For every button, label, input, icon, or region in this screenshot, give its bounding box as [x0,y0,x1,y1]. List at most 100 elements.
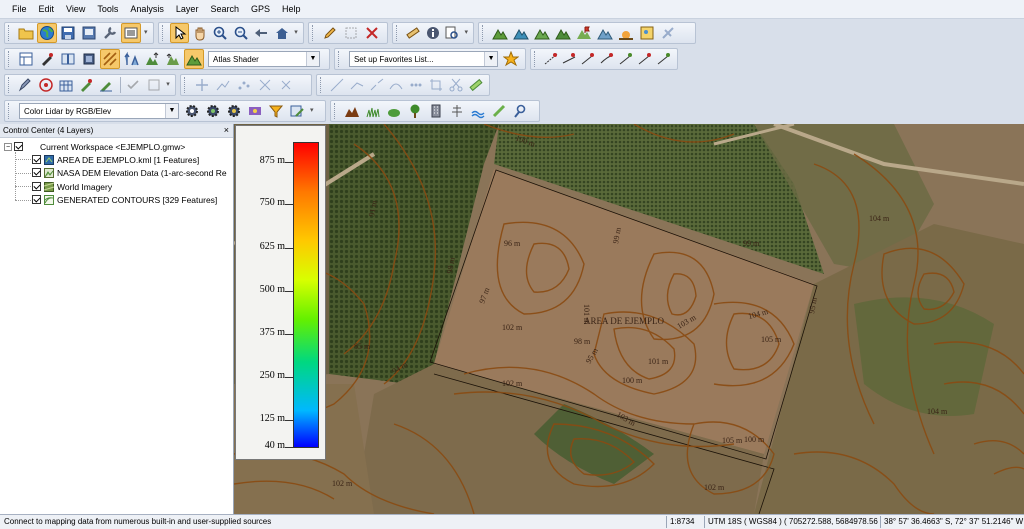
power-line-icon[interactable] [447,101,467,121]
measure-icon[interactable] [404,23,423,43]
contour-height-icon[interactable] [142,49,162,69]
vertical-exaggeration-icon[interactable] [121,49,141,69]
layer-row[interactable]: AREA DE EJEMPLO.kml [1 Features] [32,153,199,166]
watershed-icon[interactable] [595,23,615,43]
area-tool-icon[interactable] [617,49,635,69]
lidar-brush-icon[interactable] [97,75,116,95]
view-shed-icon[interactable] [511,23,531,43]
area-edit-icon[interactable] [636,49,654,69]
point-tool-icon[interactable] [655,49,673,69]
menu-edit[interactable]: Edit [33,0,61,18]
workspace-row[interactable]: − Current Workspace <EJEMPLO.gmw> [4,140,185,153]
shrub-icon[interactable] [384,101,404,121]
toolbar-grip[interactable] [482,25,487,41]
lidar-classify-icon[interactable] [76,75,95,95]
terrain-profile-icon[interactable] [342,101,362,121]
open-folder-icon[interactable] [16,23,36,43]
lidar-edit-icon[interactable] [287,101,307,121]
select-area-icon[interactable] [341,23,361,43]
globe-icon[interactable] [37,23,57,43]
magnifier-icon[interactable] [510,101,530,121]
save-icon[interactable] [58,23,78,43]
zoom-out-icon[interactable] [231,23,250,43]
lidar-check-icon[interactable] [124,75,143,95]
toolbar-grip[interactable] [8,51,13,67]
toolbar-grip[interactable] [8,77,13,93]
delete-x-icon[interactable] [362,23,382,43]
path-profile-icon[interactable] [490,23,510,43]
layer-checkbox[interactable] [32,155,41,164]
close-icon[interactable]: × [224,124,229,137]
flag-terrain-icon[interactable] [574,23,594,43]
building-icon[interactable] [426,101,446,121]
select-tool-icon[interactable] [169,23,190,43]
lidar-grid-icon[interactable] [56,75,75,95]
sunset-icon[interactable] [616,23,636,43]
lidar-color-icon[interactable] [245,101,265,121]
gear-icon[interactable] [182,101,202,121]
terrain-3d-icon[interactable] [532,23,552,43]
hill-shade-icon[interactable] [163,49,183,69]
gear-filter-icon[interactable] [224,101,244,121]
map-grid-icon[interactable] [100,49,120,69]
move-vertex-icon[interactable] [192,75,212,95]
digitize-icon[interactable] [37,49,57,69]
rotate-vertex-icon[interactable] [255,75,275,95]
zoom-in-icon[interactable] [211,23,230,43]
split-line-icon[interactable] [367,75,386,95]
delete-vertex-icon[interactable] [276,75,296,95]
toolbar-grip[interactable] [534,51,539,67]
workspace-checkbox[interactable] [14,142,23,151]
ruler-icon[interactable] [466,75,485,95]
grass-icon[interactable] [363,101,383,121]
line-edit-icon[interactable] [561,49,579,69]
pipe-icon[interactable] [489,101,509,121]
toolbar-overflow-icon[interactable]: ▾ [464,24,470,42]
layout-icon[interactable] [16,49,36,69]
line-draw-icon[interactable] [328,75,347,95]
menu-tools[interactable]: Tools [91,0,124,18]
filter-funnel-icon[interactable] [266,101,286,121]
menu-analysis[interactable]: Analysis [124,0,170,18]
shader-mountain-icon[interactable] [184,49,204,69]
toolbar-grip[interactable] [334,103,339,119]
layer-checkbox[interactable] [32,168,41,177]
toolbar-overflow-icon[interactable]: ▾ [144,24,150,42]
vertex-dots-icon[interactable] [407,75,426,95]
lidar-pencil-icon[interactable] [16,75,35,95]
search-feature-icon[interactable] [443,23,462,43]
scatter-points-icon[interactable] [234,75,254,95]
reshape-icon[interactable] [348,75,367,95]
layer-row[interactable]: GENERATED CONTOURS [329 Features] [32,193,217,206]
toolbar-grip[interactable] [312,25,317,41]
pencil-icon[interactable] [320,23,340,43]
pan-hand-icon[interactable] [190,23,209,43]
tree-icon[interactable] [405,101,425,121]
lidar-color-dropdown[interactable]: Color Lidar by RGB/Elev ▼ [19,103,179,119]
line-join-icon[interactable] [598,49,616,69]
star-icon[interactable] [501,49,521,69]
menu-help[interactable]: Help [276,0,307,18]
scissors-icon[interactable] [446,75,465,95]
toolbar-overflow-icon[interactable]: ▾ [166,76,172,94]
line-tool-icon[interactable] [542,49,560,69]
menu-view[interactable]: View [60,0,91,18]
layer-stack-icon[interactable] [79,49,99,69]
line-split-icon[interactable] [579,49,597,69]
smooth-icon[interactable] [387,75,406,95]
add-vertex-icon[interactable] [213,75,233,95]
back-arrow-icon[interactable] [251,23,270,43]
gear-settings-icon[interactable] [203,101,223,121]
layer-row[interactable]: NASA DEM Elevation Data (1-arc-second Re [32,166,227,179]
split-view-icon[interactable] [58,49,78,69]
collapse-icon[interactable]: − [4,142,12,151]
toolbar-grip[interactable] [8,103,13,119]
control-center-icon[interactable] [121,23,141,43]
water-icon[interactable] [468,101,488,121]
lidar-section-icon[interactable] [144,75,163,95]
menu-search[interactable]: Search [204,0,245,18]
menu-gps[interactable]: GPS [245,0,276,18]
satellite-icon[interactable] [658,23,678,43]
toolbar-grip[interactable] [338,51,343,67]
menu-file[interactable]: File [0,0,33,18]
